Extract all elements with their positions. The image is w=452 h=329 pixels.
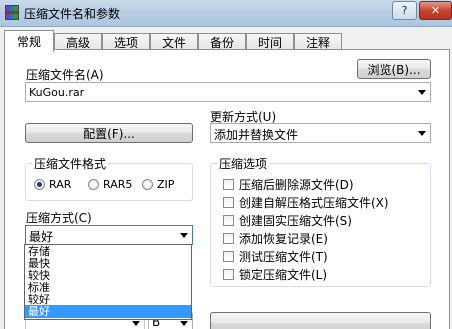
compression-method-label: 压缩方式(C) xyxy=(26,211,92,225)
option-create-solid[interactable]: 创建固实压缩文件(S) xyxy=(223,212,352,229)
format-rar5-option[interactable]: RAR5 xyxy=(88,178,132,191)
compression-method-select[interactable]: 最好 xyxy=(25,225,193,245)
chevron-down-icon[interactable] xyxy=(180,321,188,326)
chevron-down-icon[interactable] xyxy=(180,233,188,238)
browse-button[interactable]: 浏览(B)... xyxy=(357,59,431,79)
archive-options-title: 压缩选项 xyxy=(217,155,270,172)
checkbox[interactable] xyxy=(223,251,234,262)
option-label: 创建自解压格式压缩文件(X) xyxy=(239,196,389,210)
tab-general[interactable]: 常规 xyxy=(4,30,54,52)
format-rar-label: RAR xyxy=(49,178,72,191)
checkbox[interactable] xyxy=(223,269,234,280)
compression-method-value: 最好 xyxy=(29,230,54,244)
winrar-app-icon xyxy=(5,5,19,20)
format-rar5-label: RAR5 xyxy=(103,178,133,191)
chevron-down-icon[interactable] xyxy=(418,90,426,95)
option-delete-after[interactable]: 压缩后删除源文件(D) xyxy=(223,176,354,193)
archive-name-combo[interactable]: KuGou.rar xyxy=(25,82,431,102)
checkbox[interactable] xyxy=(223,233,234,244)
set-password-button[interactable] xyxy=(210,312,431,329)
help-button[interactable]: ? xyxy=(392,1,417,20)
option-label: 测试压缩文件(T) xyxy=(239,250,328,264)
archive-name-value: KuGou.rar xyxy=(29,86,85,99)
checkbox[interactable] xyxy=(223,215,234,226)
radio-zip[interactable] xyxy=(142,179,153,190)
chevron-down-icon[interactable] xyxy=(418,131,426,136)
radio-rar5[interactable] xyxy=(88,179,99,190)
option-label: 添加恢复记录(E) xyxy=(239,232,328,246)
window-title: 压缩文件名和参数 xyxy=(24,7,121,21)
archive-format-group: 压缩文件格式 RAR RAR5 ZIP xyxy=(25,155,193,201)
option-label: 压缩后删除源文件(D) xyxy=(239,178,354,192)
compression-method-dropdown: 存储 最快 较快 标准 较好 最好 xyxy=(24,244,192,320)
archive-options-group: 压缩选项 压缩后删除源文件(D) 创建自解压格式压缩文件(X) 创建固实压缩文件… xyxy=(210,155,431,287)
radio-rar[interactable] xyxy=(34,179,45,190)
option-create-sfx[interactable]: 创建自解压格式压缩文件(X) xyxy=(223,194,389,211)
format-zip-label: ZIP xyxy=(157,178,175,191)
dropdown-item-best[interactable]: 最好 xyxy=(25,305,191,318)
format-rar-option[interactable]: RAR xyxy=(34,178,71,191)
option-lock-archive[interactable]: 锁定压缩文件(L) xyxy=(223,266,327,283)
option-label: 创建固实压缩文件(S) xyxy=(239,214,352,228)
title-bar[interactable]: 压缩文件名和参数 ? ✕ xyxy=(0,0,452,27)
option-label: 锁定压缩文件(L) xyxy=(239,268,328,282)
checkbox[interactable] xyxy=(223,179,234,190)
close-button[interactable]: ✕ xyxy=(419,1,452,20)
chevron-down-icon[interactable] xyxy=(132,321,140,326)
dialog-window: 压缩文件名和参数 ? ✕ 常规 高级 选项 文件 备份 时间 注释 压缩文件名(… xyxy=(0,0,452,329)
update-mode-select[interactable]: 添加并替换文件 xyxy=(210,123,431,143)
option-recovery-record[interactable]: 添加恢复记录(E) xyxy=(223,230,328,247)
update-mode-value: 添加并替换文件 xyxy=(214,128,299,142)
profiles-button[interactable]: 配置(F)... xyxy=(25,123,193,143)
archive-name-label: 压缩文件名(A) xyxy=(26,68,104,82)
format-zip-option[interactable]: ZIP xyxy=(142,178,174,191)
option-test-archive[interactable]: 测试压缩文件(T) xyxy=(223,248,328,265)
archive-format-title: 压缩文件格式 xyxy=(32,155,109,172)
checkbox[interactable] xyxy=(223,197,234,208)
